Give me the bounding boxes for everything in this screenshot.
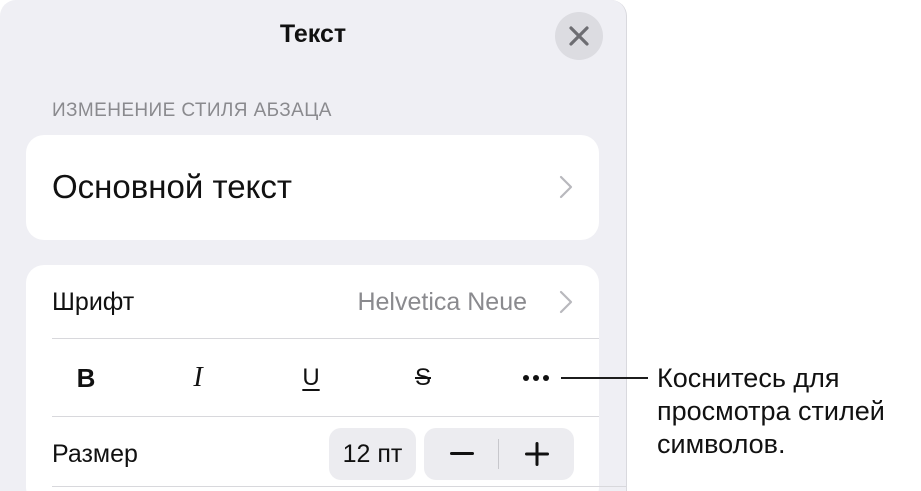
callout-leader-line [561,377,648,379]
close-button[interactable] [555,12,603,60]
callout-text: Коснитесь для просмотра стилей символов. [657,363,885,459]
character-style-buttons: B I U S [26,339,599,417]
font-row[interactable]: Шрифт Helvetica Neue [26,265,599,339]
text-format-panel: Текст ИЗМЕНЕНИЕ СТИЛЯ АБЗАЦА Основной те… [0,0,627,491]
divider [52,486,626,487]
size-value-field[interactable]: 12 пт [329,428,416,480]
size-row: Размер 12 пт [26,417,599,491]
underline-button[interactable]: U [271,339,351,417]
minus-icon [449,452,474,455]
size-label: Размер [52,440,138,468]
size-stepper [424,428,574,480]
italic-button[interactable]: I [158,339,238,417]
bold-button[interactable]: B [46,339,126,417]
decrease-size-button[interactable] [424,428,499,480]
xmark-icon [569,26,589,46]
paragraph-style-header: ИЗМЕНЕНИЕ СТИЛЯ АБЗАЦА [52,100,332,121]
panel-title: Текст [279,20,347,48]
strikethrough-button[interactable]: S [383,339,463,417]
ellipsis-icon [523,375,549,381]
paragraph-style-row[interactable]: Основной текст [26,135,599,240]
increase-size-button[interactable] [499,428,574,480]
font-settings-card: Шрифт Helvetica Neue B I U S Размер 12 п… [26,265,599,491]
paragraph-style-value: Основной текст [52,168,292,205]
chevron-right-icon [559,175,573,199]
chevron-right-icon [559,290,573,314]
plus-icon [524,442,549,466]
font-value: Helvetica Neue [357,288,527,316]
font-label: Шрифт [52,288,135,316]
